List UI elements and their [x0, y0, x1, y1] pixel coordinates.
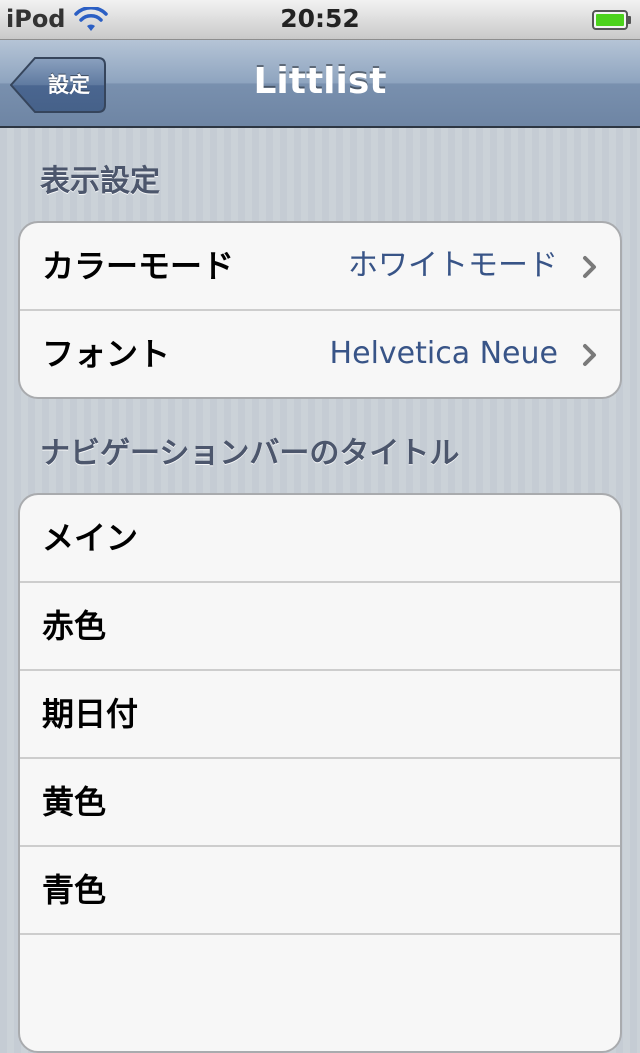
main-label: メイン — [42, 519, 139, 557]
status-bar: iPod 20:52 — [0, 0, 640, 40]
navigation-bar: 設定 Littlist — [0, 40, 640, 128]
color-mode-row[interactable]: カラーモード ホワイトモード — [20, 223, 620, 311]
chevron-right-icon — [583, 344, 596, 366]
font-label: フォント — [42, 335, 171, 373]
yellow-row[interactable]: 黄色 — [20, 759, 620, 847]
blue-row[interactable]: 青色 — [20, 847, 620, 935]
color-mode-value: ホワイトモード — [348, 248, 558, 283]
section-header-display-settings: 表示設定 — [40, 164, 160, 199]
back-button-label: 設定 — [48, 73, 90, 97]
red-label: 赤色 — [42, 607, 107, 645]
color-mode-label: カラーモード — [42, 247, 235, 285]
font-value: Helvetica Neue — [329, 336, 558, 371]
blue-label: 青色 — [42, 871, 107, 909]
chevron-right-icon — [583, 256, 596, 278]
due-date-row[interactable]: 期日付 — [20, 671, 620, 759]
status-time: 20:52 — [280, 4, 360, 33]
nav-bar-title-group: メイン 赤色 期日付 黄色 青色 — [18, 493, 622, 1053]
section-header-nav-bar-title: ナビゲーションバーのタイトル — [40, 436, 460, 471]
due-date-label: 期日付 — [42, 695, 139, 733]
yellow-label: 黄色 — [42, 783, 107, 821]
red-row[interactable]: 赤色 — [20, 583, 620, 671]
partial-row[interactable] — [20, 935, 620, 1023]
main-row[interactable]: メイン — [20, 495, 620, 583]
battery-icon — [592, 10, 631, 30]
page-title: Littlist — [253, 61, 387, 102]
display-settings-group: カラーモード ホワイトモード フォント Helvetica Neue — [18, 221, 622, 399]
back-button[interactable]: 設定 — [10, 56, 106, 114]
font-row[interactable]: フォント Helvetica Neue — [20, 311, 620, 397]
